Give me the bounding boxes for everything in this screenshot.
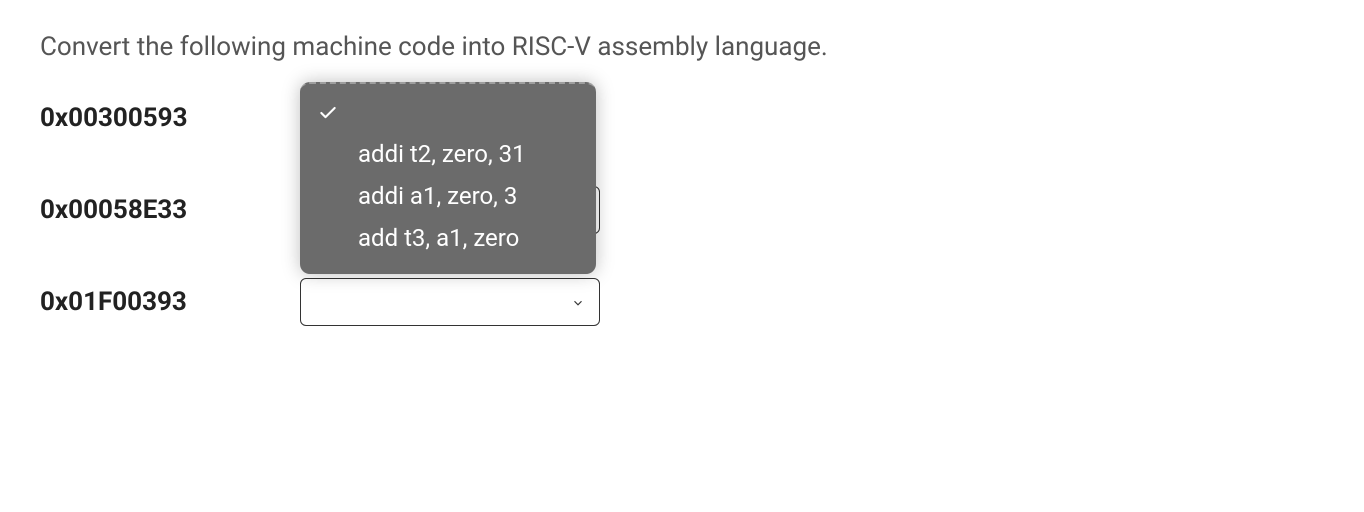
chevron-down-icon bbox=[571, 295, 585, 309]
dropdown-selected-blank[interactable] bbox=[318, 100, 574, 130]
dropdown-option-2[interactable]: addi a1, zero, 3 bbox=[358, 182, 574, 210]
question-rows: 0x00300593 addi t2, zero, 31 addi a1, ze… bbox=[40, 94, 1324, 326]
select-box-3[interactable] bbox=[300, 278, 600, 326]
dropdown-popup[interactable]: addi t2, zero, 31 addi a1, zero, 3 add t… bbox=[300, 82, 596, 274]
code-label-1: 0x00300593 bbox=[40, 103, 300, 133]
code-label-3: 0x01F00393 bbox=[40, 287, 300, 317]
code-label-2: 0x00058E33 bbox=[40, 195, 300, 225]
dropdown-option-3[interactable]: add t3, a1, zero bbox=[358, 224, 574, 252]
row-3: 0x01F00393 bbox=[40, 278, 1324, 326]
row-2: 0x00058E33 bbox=[40, 186, 1324, 234]
dropdown-options: addi t2, zero, 31 addi a1, zero, 3 add t… bbox=[322, 140, 574, 252]
row-1: 0x00300593 addi t2, zero, 31 addi a1, ze… bbox=[40, 94, 1324, 142]
checkmark-icon bbox=[318, 103, 338, 128]
question-text: Convert the following machine code into … bbox=[40, 32, 1324, 62]
dropdown-option-1[interactable]: addi t2, zero, 31 bbox=[358, 140, 574, 168]
